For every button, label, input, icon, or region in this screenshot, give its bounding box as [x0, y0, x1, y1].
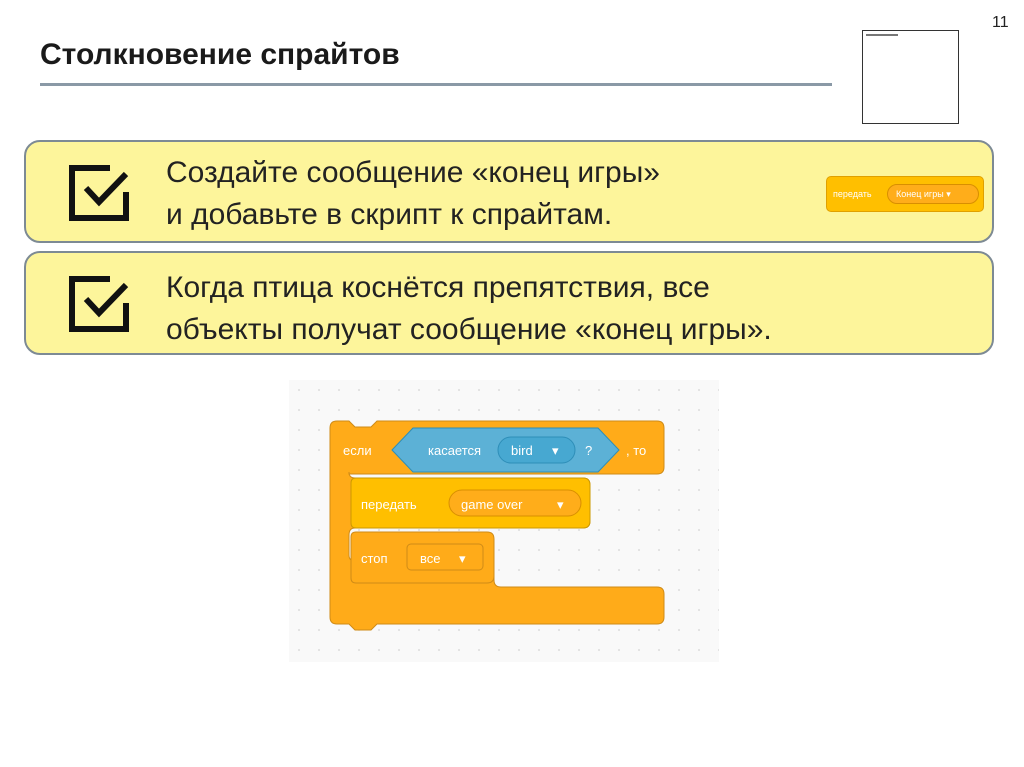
broadcast-message-dropdown[interactable]: Конец игры ▾	[887, 184, 979, 204]
dropdown-arrow-icon: ▾	[557, 497, 564, 512]
stop-option-dropdown[interactable]	[406, 543, 484, 571]
instruction-panel-1: Создайте сообщение «конец игры» и добавь…	[24, 140, 994, 243]
dropdown-arrow-icon: ▾	[552, 443, 559, 458]
checkbox-check-icon	[69, 165, 129, 221]
instruction-text-2: Когда птица коснётся препятствия, все об…	[166, 267, 772, 351]
instruction-1-line-1: Создайте сообщение «конец игры»	[166, 156, 660, 189]
instruction-text-1: Создайте сообщение «конец игры» и добавь…	[166, 152, 660, 236]
broadcast-label: передать	[361, 497, 417, 512]
dropdown-arrow-icon: ▾	[946, 189, 951, 199]
instruction-1-line-2: и добавьте в скрипт к спрайтам.	[166, 198, 613, 231]
touching-label: касается	[428, 443, 481, 458]
broadcast-message-value: Конец игры	[896, 189, 944, 199]
page-number: 11	[992, 14, 1009, 31]
stage-thumbnail	[862, 30, 959, 124]
then-label: , то	[626, 443, 646, 458]
stop-label: стоп	[361, 551, 388, 566]
checkbox-check-icon	[69, 276, 129, 332]
touching-value: bird	[511, 443, 533, 458]
slide-title: Столкновение спрайтов	[40, 38, 400, 71]
broadcast-block-example: передать Конец игры ▾	[826, 176, 984, 212]
stop-value: все	[420, 551, 441, 566]
broadcast-block-label: передать	[833, 189, 872, 199]
thumbnail-caption-mark	[866, 34, 898, 36]
instruction-panel-2: Когда птица коснётся препятствия, все об…	[24, 251, 994, 355]
instruction-2-line-1: Когда птица коснётся препятствия, все	[166, 271, 710, 304]
scratch-code-area: если касается bird ▾ ? , то передать gam…	[289, 380, 719, 662]
instruction-2-line-2: объекты получат сообщение «конец игры».	[166, 313, 772, 346]
title-underline	[40, 83, 832, 86]
dropdown-arrow-icon: ▾	[459, 551, 466, 566]
if-label: если	[343, 443, 372, 458]
scratch-script: если касается bird ▾ ? , то передать gam…	[329, 420, 665, 631]
touching-target-dropdown[interactable]	[497, 436, 576, 464]
broadcast-value: game over	[461, 497, 523, 512]
question-mark: ?	[585, 443, 592, 458]
